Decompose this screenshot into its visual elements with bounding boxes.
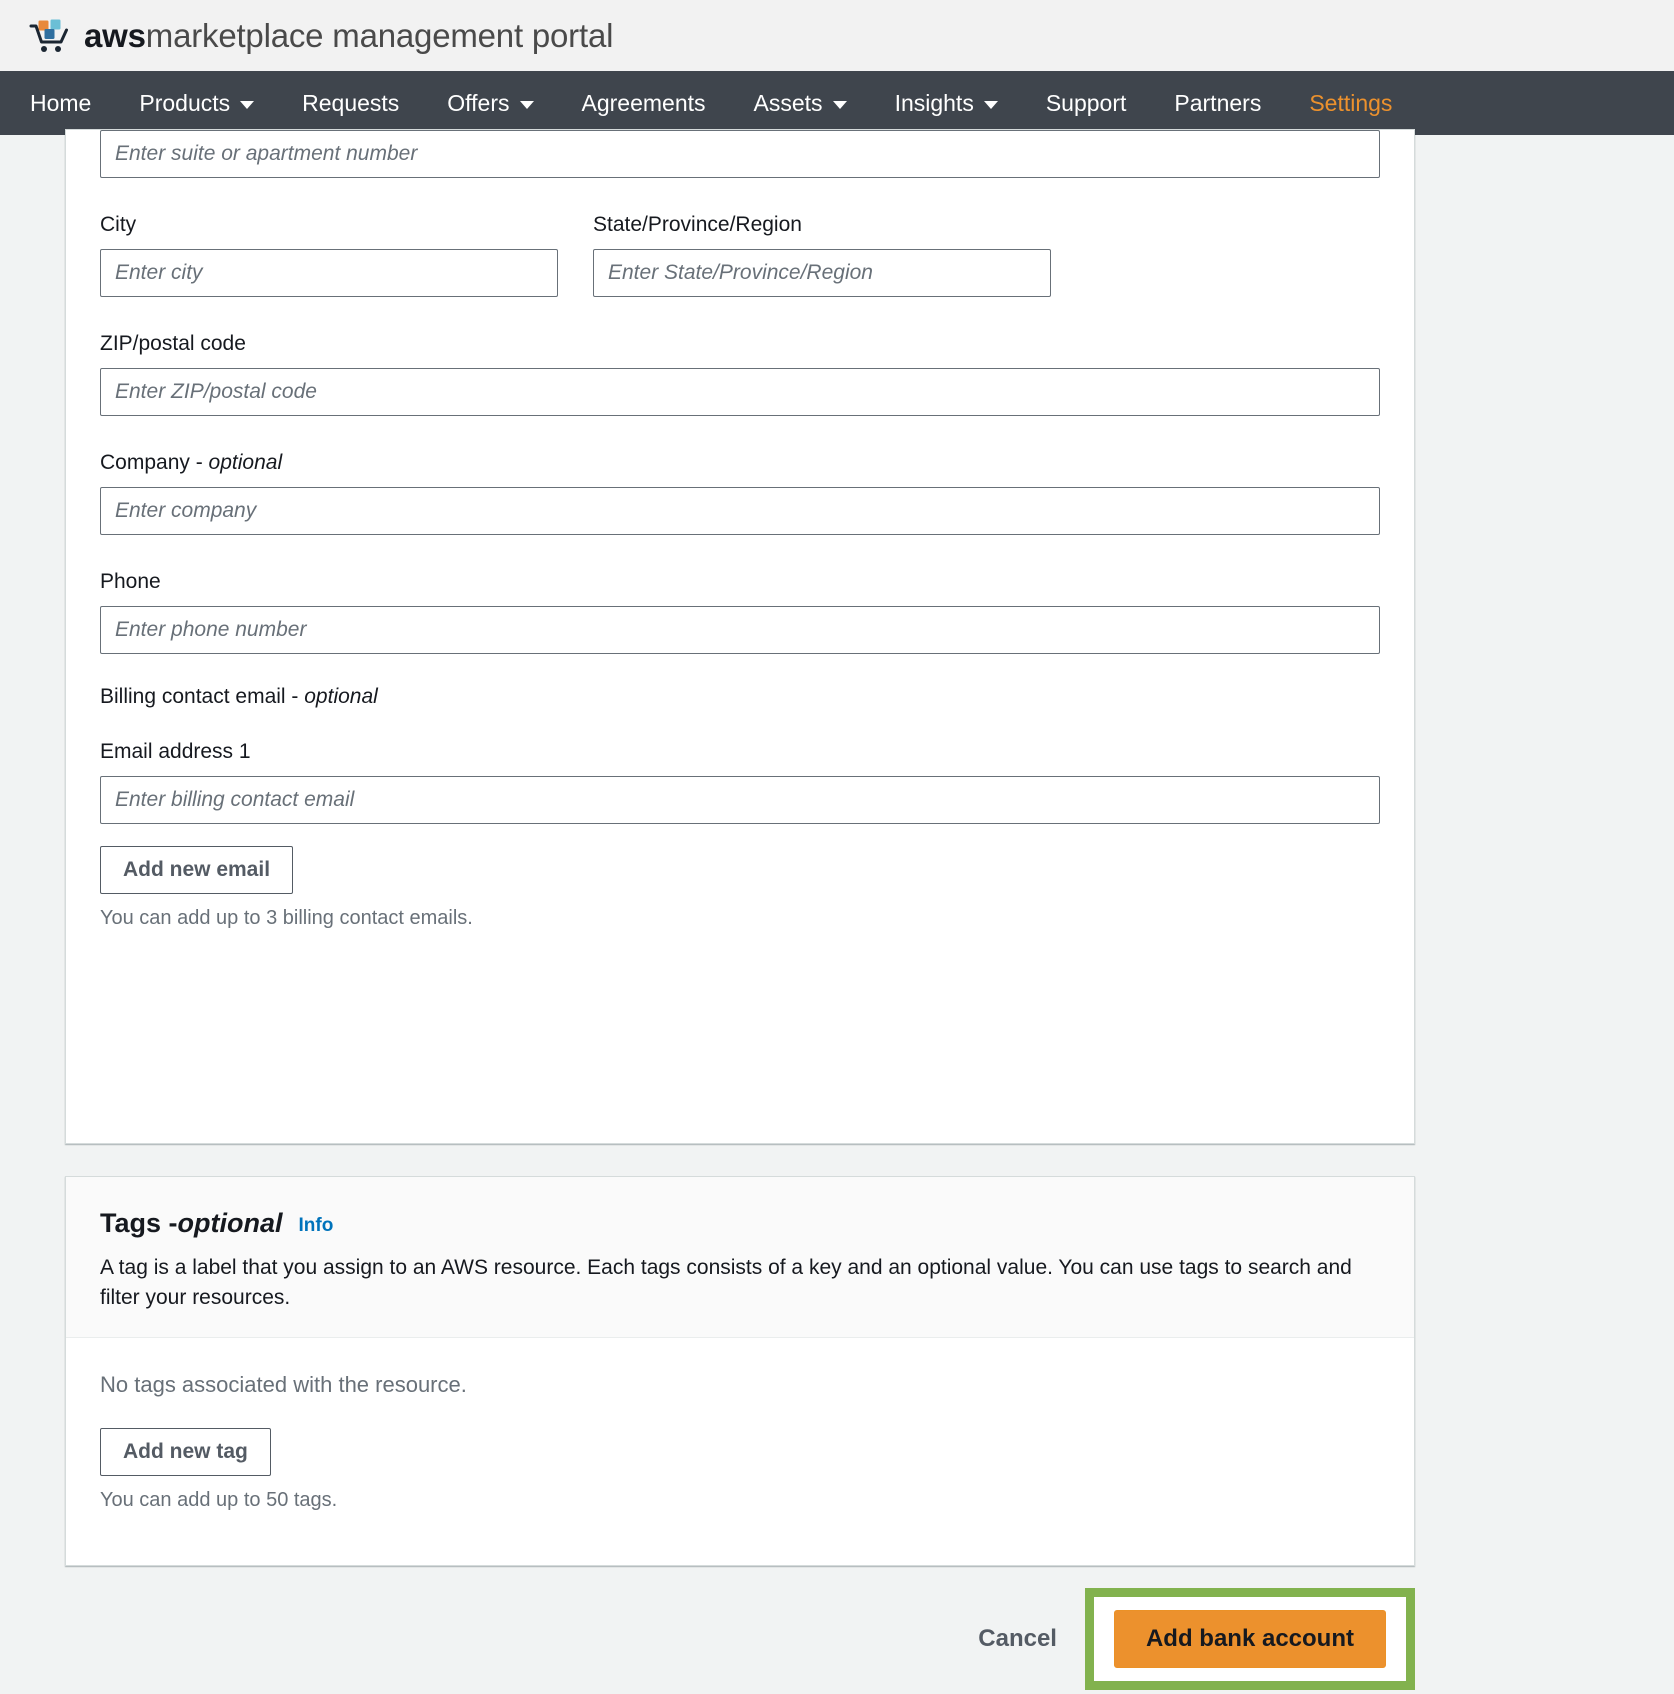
tags-title-text: Tags -: [100, 1208, 178, 1238]
city-input[interactable]: [100, 249, 558, 297]
suite-input[interactable]: [100, 130, 1380, 178]
chevron-down-icon: [519, 101, 534, 109]
page-content: City State/Province/Region ZIP/postal co…: [0, 129, 1674, 1690]
chevron-down-icon: [983, 101, 998, 109]
chevron-down-icon: [832, 101, 847, 109]
nav-item-settings[interactable]: Settings: [1285, 71, 1416, 135]
city-state-row: City State/Province/Region: [100, 212, 1380, 297]
zip-input[interactable]: [100, 368, 1380, 416]
company-label-optional: optional: [208, 451, 283, 474]
nav-label-agreements: Agreements: [581, 89, 706, 116]
billing-email-hint: You can add up to 3 billing contact emai…: [100, 907, 473, 929]
nav-label-requests: Requests: [302, 89, 400, 116]
brand-title-aws: aws: [84, 16, 146, 54]
city-label: City: [100, 213, 137, 236]
tags-card-header: Tags - optional Info A tag is a label th…: [66, 1177, 1414, 1338]
nav-label-insights: Insights: [894, 89, 974, 116]
nav-item-requests[interactable]: Requests: [278, 71, 423, 135]
tags-hint: You can add up to 50 tags.: [100, 1489, 338, 1511]
nav-label-support: Support: [1045, 89, 1127, 116]
nav-label-assets: Assets: [753, 89, 823, 116]
add-new-email-button[interactable]: Add new email: [100, 846, 294, 894]
add-new-tag-button[interactable]: Add new tag: [100, 1428, 271, 1476]
billing-contact-group-label: Billing contact email - optional: [100, 684, 1380, 710]
billing-group-label-text: Billing contact email -: [100, 685, 305, 708]
nav-item-support[interactable]: Support: [1022, 71, 1151, 135]
nav-label-settings: Settings: [1309, 89, 1393, 116]
nav-item-agreements[interactable]: Agreements: [558, 71, 730, 135]
state-label: State/Province/Region: [593, 213, 802, 236]
tags-empty-message: No tags associated with the resource.: [100, 1372, 467, 1397]
form-action-bar: Cancel Add bank account: [65, 1584, 1415, 1694]
email-1-label: Email address 1: [100, 740, 251, 763]
nav-item-assets[interactable]: Assets: [730, 71, 871, 135]
submit-highlight-box: Add bank account: [1084, 1588, 1415, 1690]
company-label: Company - optional: [100, 450, 1380, 476]
company-input[interactable]: [100, 487, 1380, 535]
nav-label-products: Products: [139, 89, 231, 116]
nav-item-offers[interactable]: Offers: [423, 71, 557, 135]
tags-title: Tags - optional Info: [100, 1207, 1380, 1243]
nav-item-home[interactable]: Home: [0, 71, 115, 135]
field-suite: [100, 130, 1380, 178]
email-1-input[interactable]: [100, 776, 1380, 824]
tags-card: Tags - optional Info A tag is a label th…: [65, 1176, 1415, 1566]
field-zip: ZIP/postal code: [100, 331, 1380, 416]
tags-title-optional: optional: [177, 1208, 283, 1238]
nav-item-partners[interactable]: Partners: [1150, 71, 1285, 135]
state-input[interactable]: [593, 249, 1051, 297]
field-state: State/Province/Region: [593, 212, 1051, 297]
field-company: Company - optional: [100, 450, 1380, 535]
nav-label-offers: Offers: [447, 89, 510, 116]
tags-info-link[interactable]: Info: [299, 1210, 334, 1242]
nav-item-products[interactable]: Products: [115, 71, 278, 135]
field-city: City: [100, 212, 558, 297]
phone-input[interactable]: [100, 606, 1380, 654]
field-phone: Phone: [100, 569, 1380, 654]
nav-item-insights[interactable]: Insights: [871, 71, 1022, 135]
phone-label: Phone: [100, 570, 161, 593]
zip-label: ZIP/postal code: [100, 332, 246, 355]
chevron-down-icon: [240, 101, 255, 109]
brand-title-rest: marketplace management portal: [145, 16, 614, 54]
add-bank-account-button[interactable]: Add bank account: [1113, 1610, 1386, 1668]
page-title: awsmarketplace management portal: [84, 16, 613, 56]
nav-label-partners: Partners: [1174, 89, 1262, 116]
field-email-1: Email address 1: [100, 739, 1380, 824]
company-label-text: Company -: [100, 451, 209, 474]
billing-group-label-optional: optional: [304, 685, 378, 708]
nav-label-home: Home: [30, 89, 92, 116]
brand-bar: awsmarketplace management portal: [0, 0, 1674, 71]
main-navigation: Home Products Requests Offers Agreements…: [0, 71, 1674, 135]
address-form-card: City State/Province/Region ZIP/postal co…: [65, 129, 1415, 1144]
tags-description: A tag is a label that you assign to an A…: [100, 1256, 1352, 1309]
tags-card-body: No tags associated with the resource. Ad…: [66, 1338, 1414, 1513]
aws-marketplace-cart-icon: [28, 17, 74, 57]
